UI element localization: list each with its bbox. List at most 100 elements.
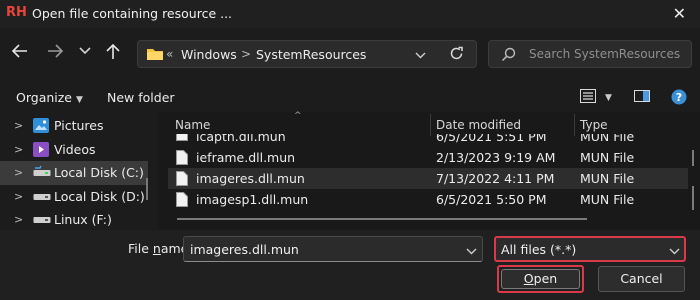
drive-icon <box>33 212 51 227</box>
expand-chevron-icon[interactable]: > <box>14 166 23 179</box>
open-accesskey: O <box>523 271 534 286</box>
organize-label: Organize <box>16 90 72 105</box>
chevron-down-icon <box>466 248 477 255</box>
window-title: Open file containing resource ... <box>32 6 233 21</box>
file-type-filter[interactable]: All files (*.*) <box>494 236 686 262</box>
file-date: 7/13/2022 4:11 PM <box>436 171 555 186</box>
folder-icon <box>146 47 164 64</box>
arrow-left-icon <box>12 44 27 58</box>
pictures-icon <box>33 118 49 136</box>
file-icon <box>176 192 188 210</box>
chevron-down-icon <box>79 47 91 55</box>
file-date: 2/13/2023 9:19 AM <box>436 150 556 165</box>
drive-icon <box>33 189 51 204</box>
file-date: 6/5/2021 5:51 PM <box>436 134 547 144</box>
view-menu-caret-icon[interactable]: ▼ <box>605 93 612 103</box>
new-folder-button[interactable]: New folder <box>107 90 175 105</box>
app-logo: RH <box>6 5 27 20</box>
table-row[interactable]: ieframe.dll.mun 2/13/2023 9:19 AM MUN Fi… <box>168 147 688 168</box>
up-button[interactable] <box>106 44 120 60</box>
chevron-down-icon <box>669 248 680 255</box>
svg-text:?: ? <box>676 91 682 104</box>
open-button-highlight: Open <box>497 265 584 293</box>
table-row-selected[interactable]: imageres.dll.mun 7/13/2022 4:11 PM MUN F… <box>168 168 688 189</box>
expand-chevron-icon[interactable]: > <box>14 190 23 203</box>
file-type: MUN File <box>580 134 635 144</box>
vertical-scrollbar-thumb[interactable] <box>692 186 694 210</box>
sidebar-item-linux-f[interactable]: > Linux (F:) <box>0 208 148 232</box>
open-button[interactable]: Open <box>501 269 580 289</box>
sidebar-item-label: Pictures <box>54 118 104 133</box>
back-button[interactable] <box>12 44 28 58</box>
filter-dropdown[interactable] <box>669 244 680 258</box>
open-label: pen <box>533 271 558 286</box>
sidebar-item-local-disk-c[interactable]: > Local Disk (C:) <box>0 161 148 185</box>
column-header-date[interactable]: Date modified <box>436 118 521 132</box>
forward-button[interactable] <box>47 44 63 58</box>
label-part: File <box>128 241 153 256</box>
recent-locations-button[interactable] <box>79 47 91 55</box>
breadcrumb-separator[interactable]: > <box>241 47 251 61</box>
vertical-scrollbar[interactable] <box>692 150 694 166</box>
file-icon <box>176 134 188 144</box>
file-name-dropdown[interactable] <box>466 244 477 258</box>
help-icon: ? <box>671 89 687 105</box>
file-name-field[interactable]: imageres.dll.mun <box>183 236 483 262</box>
file-name: imagesp1.dll.mun <box>196 192 309 207</box>
change-view-button[interactable] <box>580 89 596 106</box>
drive-icon <box>33 165 51 180</box>
sidebar-item-videos[interactable]: > Videos <box>0 138 148 162</box>
chevron-down-icon <box>415 52 426 59</box>
file-name: icaptn.dll.mun <box>196 134 286 144</box>
refresh-button[interactable] <box>449 46 464 64</box>
preview-pane-button[interactable] <box>634 90 650 105</box>
help-button[interactable]: ? <box>671 89 687 108</box>
sidebar-scrollbar[interactable] <box>146 178 148 200</box>
file-icon <box>176 150 188 168</box>
videos-icon <box>33 142 49 160</box>
sidebar-item-label: Linux (F:) <box>54 212 112 227</box>
table-row[interactable]: imagesp1.dll.mun 6/5/2021 5:50 PM MUN Fi… <box>168 189 688 210</box>
file-type: MUN File <box>580 171 635 186</box>
organize-menu[interactable]: Organize ▼ <box>16 90 83 105</box>
column-header-type[interactable]: Type <box>580 118 608 132</box>
file-date: 6/5/2021 5:50 PM <box>436 192 547 207</box>
search-box[interactable]: Search SystemResources <box>488 40 692 68</box>
horizontal-scrollbar[interactable] <box>177 218 587 220</box>
caret-down-icon: ▼ <box>76 95 83 105</box>
filter-value: All files (*.*) <box>501 242 577 257</box>
file-icon <box>176 171 188 189</box>
preview-pane-icon <box>634 90 650 102</box>
file-name: ieframe.dll.mun <box>196 150 296 165</box>
column-divider[interactable] <box>430 114 431 136</box>
breadcrumb-windows[interactable]: Windows <box>181 47 237 62</box>
column-divider[interactable] <box>574 114 575 136</box>
arrow-right-icon <box>48 44 63 58</box>
address-dropdown[interactable] <box>415 48 426 62</box>
expand-chevron-icon[interactable]: > <box>14 119 23 132</box>
address-overflow[interactable]: « <box>166 47 173 61</box>
file-type: MUN File <box>580 150 635 165</box>
table-row[interactable]: icaptn.dll.mun 6/5/2021 5:51 PM MUN File <box>168 134 688 146</box>
file-name-value: imageres.dll.mun <box>190 242 299 257</box>
refresh-icon <box>450 46 463 60</box>
close-button[interactable]: ✕ <box>673 4 686 23</box>
sidebar-item-label: Local Disk (C:) <box>54 165 144 180</box>
details-view-icon <box>580 89 596 103</box>
search-icon <box>501 47 516 65</box>
expand-chevron-icon[interactable]: > <box>14 143 23 156</box>
arrow-up-icon <box>106 44 120 59</box>
file-type: MUN File <box>580 192 635 207</box>
file-name: imageres.dll.mun <box>196 171 305 186</box>
sidebar-item-label: Videos <box>54 142 96 157</box>
sidebar-item-local-disk-d[interactable]: > Local Disk (D:) <box>0 185 148 209</box>
address-bar[interactable]: « Windows > SystemResources <box>137 40 477 68</box>
label-accesskey: n <box>152 241 161 256</box>
expand-chevron-icon[interactable]: > <box>14 213 23 226</box>
column-header-name[interactable]: Name <box>175 118 210 132</box>
sidebar-item-pictures[interactable]: > Pictures <box>0 114 148 138</box>
sidebar-item-label: Local Disk (D:) <box>54 189 145 204</box>
search-input[interactable]: Search SystemResources <box>529 47 680 61</box>
cancel-button[interactable]: Cancel <box>598 266 685 292</box>
breadcrumb-systemresources[interactable]: SystemResources <box>256 47 366 62</box>
